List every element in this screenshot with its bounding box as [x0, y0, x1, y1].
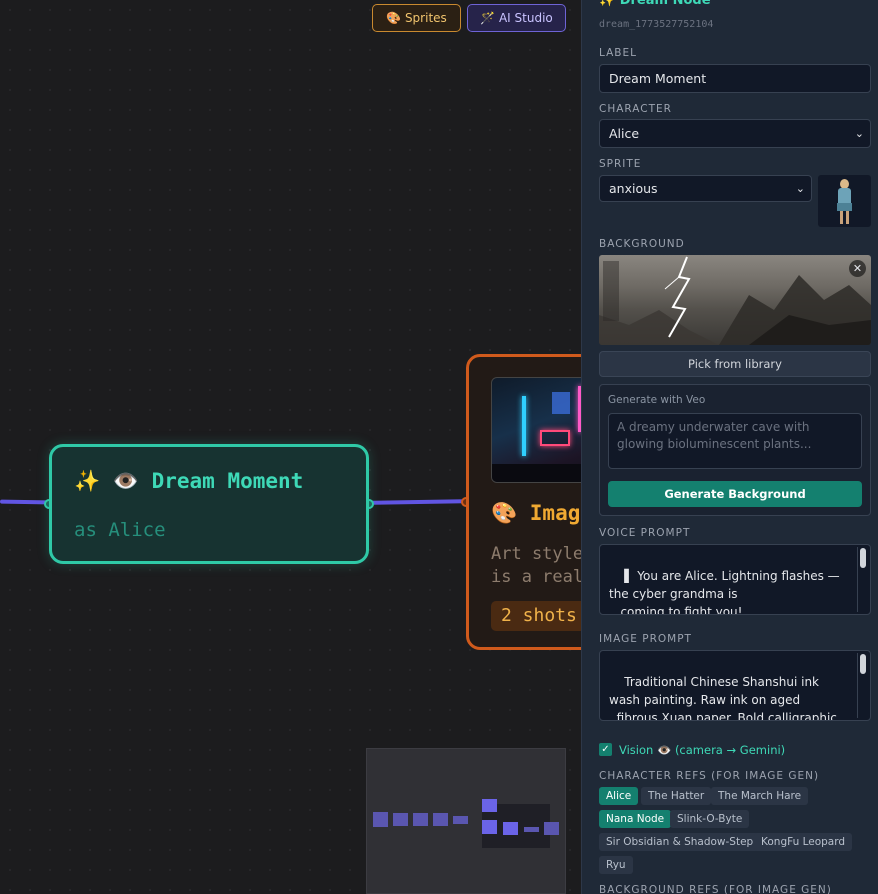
character-ref-the-hatter[interactable]: The Hatter	[641, 787, 712, 805]
background-preview: ✕	[599, 255, 871, 345]
image-node-description: Art style is a real	[491, 544, 584, 587]
character-ref-sir-obsidian[interactable]: Sir Obsidian & Shadow-Step	[599, 833, 761, 851]
character-refs-heading: CHARACTER REFS (FOR IMAGE GEN)	[599, 770, 820, 782]
edge-dream-to-image	[369, 499, 467, 505]
voice-prompt-heading: VOICE PROMPT	[599, 527, 691, 539]
image-prompt-textarea[interactable]: Traditional Chinese Shanshui ink wash pa…	[599, 650, 871, 721]
voice-prompt-textarea[interactable]: ▌ You are Alice. Lightning flashes — the…	[599, 544, 871, 615]
veo-section: Generate with Veo A dreamy underwater ca…	[599, 384, 871, 516]
vision-checkbox[interactable]: ✓	[599, 743, 612, 756]
sprite-select[interactable]: anxious ⌄	[599, 175, 812, 202]
remove-background-icon[interactable]: ✕	[849, 260, 866, 277]
chevron-down-icon: ⌄	[795, 182, 805, 195]
panel-header-title: ✨ Dream Node	[599, 0, 711, 8]
minimap[interactable]	[366, 748, 566, 894]
character-heading: CHARACTER	[599, 103, 672, 115]
dream-moment-node[interactable]: ✨ 👁️ Dream Moment as Alice	[49, 444, 369, 564]
ai-studio-button[interactable]: 🪄 AI Studio	[467, 4, 566, 32]
chevron-down-icon: ⌄	[854, 127, 864, 140]
background-refs-heading: BACKGROUND REFS (FOR IMAGE GEN)	[599, 884, 832, 894]
character-ref-ryu[interactable]: Ryu	[599, 856, 633, 874]
character-ref-alice[interactable]: Alice	[599, 787, 639, 805]
image-prompt-heading: IMAGE PROMPT	[599, 633, 692, 645]
character-ref-kongfu-leopard[interactable]: KongFu Leopard	[754, 833, 853, 851]
voice-prompt-scrollbar[interactable]	[857, 547, 868, 612]
background-heading: BACKGROUND	[599, 238, 685, 250]
veo-prompt-textarea[interactable]: A dreamy underwater cave with glowing bi…	[608, 413, 862, 469]
image-node-title: 🎨 Imag	[491, 501, 581, 525]
edge-incoming	[0, 499, 50, 505]
voice-prompt-text: ▌ You are Alice. Lightning flashes — the…	[609, 569, 840, 615]
veo-heading: Generate with Veo	[608, 394, 706, 406]
sprites-button[interactable]: 🎨 Sprites	[372, 4, 461, 32]
character-ref-the-march-hare[interactable]: The March Hare	[711, 787, 809, 805]
sprite-preview	[818, 175, 871, 227]
properties-panel: ✨ Dream Node dream_1773527752104 LABEL D…	[581, 0, 878, 894]
sprite-select-value: anxious	[609, 181, 658, 196]
character-select-value: Alice	[609, 126, 640, 141]
image-prompt-text: Traditional Chinese Shanshui ink wash pa…	[609, 675, 837, 721]
dream-node-title: ✨ 👁️ Dream Moment	[74, 469, 304, 493]
label-heading: LABEL	[599, 47, 637, 59]
sprite-heading: SPRITE	[599, 158, 642, 170]
pick-from-library-button[interactable]: Pick from library	[599, 351, 871, 377]
vision-label: Vision 👁️ (camera → Gemini)	[619, 743, 786, 757]
label-input[interactable]: Dream Moment	[599, 64, 871, 93]
node-id: dream_1773527752104	[599, 19, 714, 30]
shots-badge: 2 shots	[491, 601, 587, 631]
dream-node-subtitle: as Alice	[74, 519, 166, 541]
character-ref-nana-node[interactable]: Nana Node	[599, 810, 672, 828]
image-prompt-scrollbar[interactable]	[857, 653, 868, 718]
character-select[interactable]: Alice ⌄	[599, 119, 871, 148]
character-ref-slink-o-byte[interactable]: Slink-O-Byte	[670, 810, 750, 828]
generate-background-button[interactable]: Generate Background	[608, 481, 862, 507]
